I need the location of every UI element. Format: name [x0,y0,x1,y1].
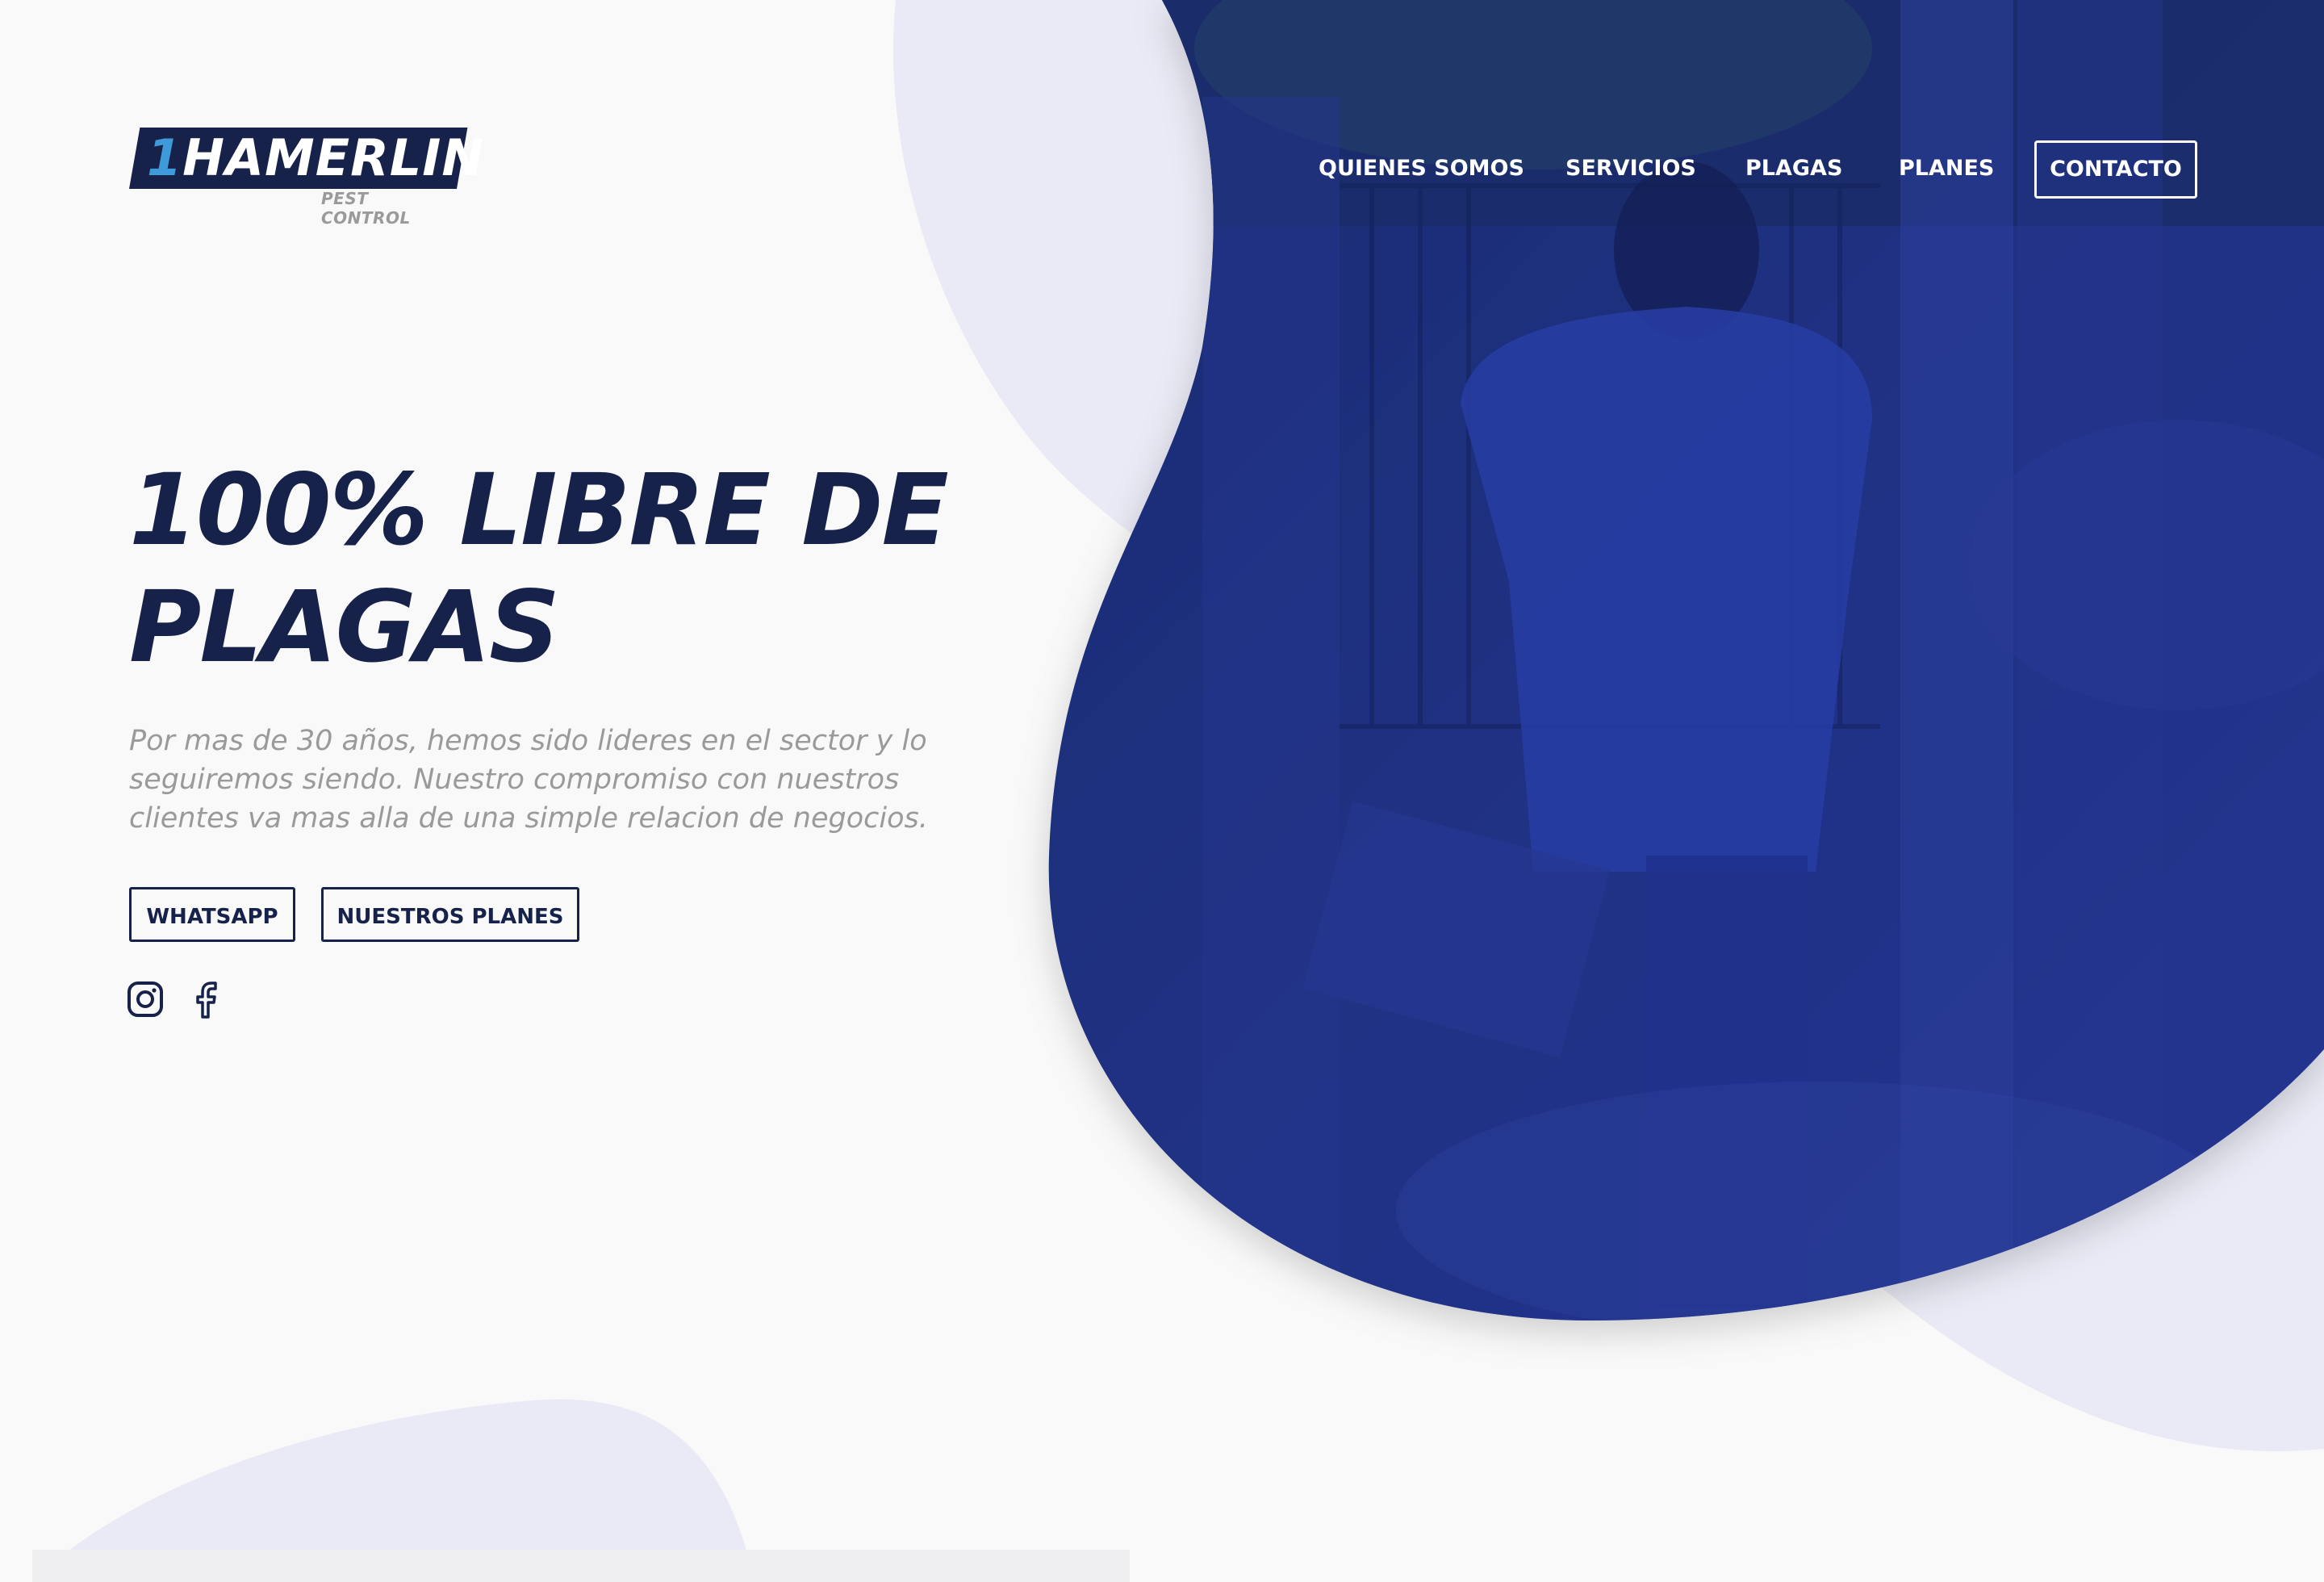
logo-wordmark: 1HAMERLIN [147,129,484,187]
hero-photo [1048,0,2324,1321]
nav-quienes-somos[interactable]: QUIENES SOMOS [1319,140,1524,197]
logo-mark: 1 [147,128,183,187]
brand-logo[interactable]: 1HAMERLIN PEST CONTROL [129,128,483,228]
hero-subtitle: Por mas de 30 años, hemos sido lideres e… [129,725,928,835]
nav-planes[interactable]: PLANES [1899,140,1994,197]
logo-text: HAMERLIN [182,128,485,187]
contact-button[interactable]: CONTACTO [2034,140,2197,199]
whatsapp-button[interactable]: WHATSAPP [129,887,295,942]
facebook-icon[interactable] [190,980,229,1020]
nav-plagas[interactable]: PLAGAS [1745,140,1842,197]
instagram-icon[interactable] [126,980,165,1020]
nav-servicios[interactable]: SERVICIOS [1565,140,1696,197]
hero-title: 100% LIBRE DE PLAGAS [129,453,949,684]
nuestros-planes-button[interactable]: NUESTROS PLANES [321,887,579,942]
logo-subtitle: PEST CONTROL [321,189,411,228]
